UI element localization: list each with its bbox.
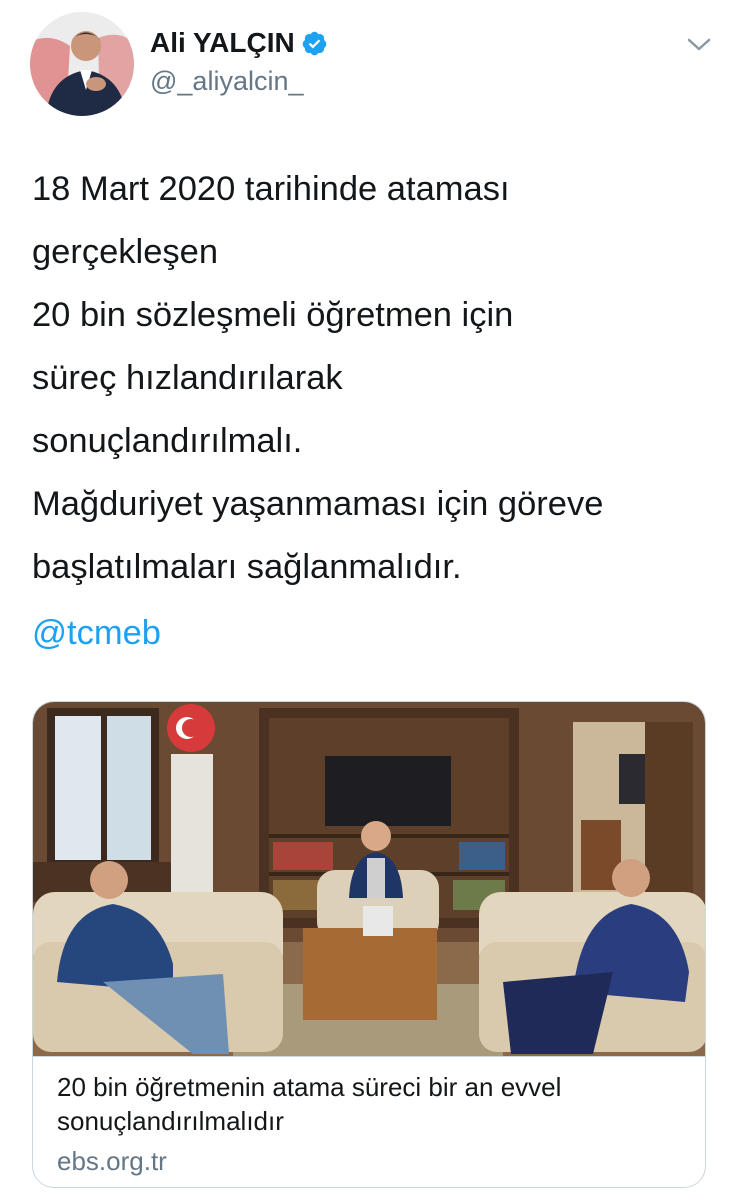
user-name[interactable]: Ali YALÇIN	[150, 26, 328, 60]
card-title-line: 20 bin öğretmenin atama süreci bir an ev…	[57, 1072, 562, 1102]
office-meeting-photo	[33, 702, 705, 1056]
card-image[interactable]	[33, 702, 705, 1057]
card-title-line: sonuçlandırılmalıdır	[57, 1106, 284, 1136]
tweet-line: 18 Mart 2020 tarihinde ataması	[32, 170, 510, 208]
tweet-line: başlatılmaları sağlanmalıdır.	[32, 548, 462, 586]
tweet-line: süreç hızlandırılarak	[32, 359, 343, 397]
tweet-line: sonuçlandırılmalı.	[32, 422, 303, 460]
mention-link[interactable]: @tcmeb	[32, 602, 161, 665]
link-card[interactable]: 20 bin öğretmenin atama süreci bir an ev…	[32, 701, 706, 1188]
user-name-text: Ali YALÇIN	[150, 27, 295, 58]
avatar[interactable]	[30, 12, 134, 116]
avatar-image	[30, 12, 134, 116]
tweet-line: Mağduriyet yaşanmaması için göreve	[32, 485, 604, 523]
tweet-text: 18 Mart 2020 tarihinde ataması gerçekleş…	[32, 158, 722, 599]
chevron-down-icon[interactable]	[684, 34, 714, 56]
tweet-line: 20 bin sözleşmeli öğretmen için	[32, 296, 514, 334]
tweet-line: gerçekleşen	[32, 233, 219, 271]
card-title[interactable]: 20 bin öğretmenin atama süreci bir an ev…	[57, 1070, 687, 1138]
card-domain: ebs.org.tr	[57, 1146, 167, 1176]
verified-badge-icon	[302, 31, 327, 55]
user-handle[interactable]: @_aliyalcin_	[150, 64, 303, 98]
